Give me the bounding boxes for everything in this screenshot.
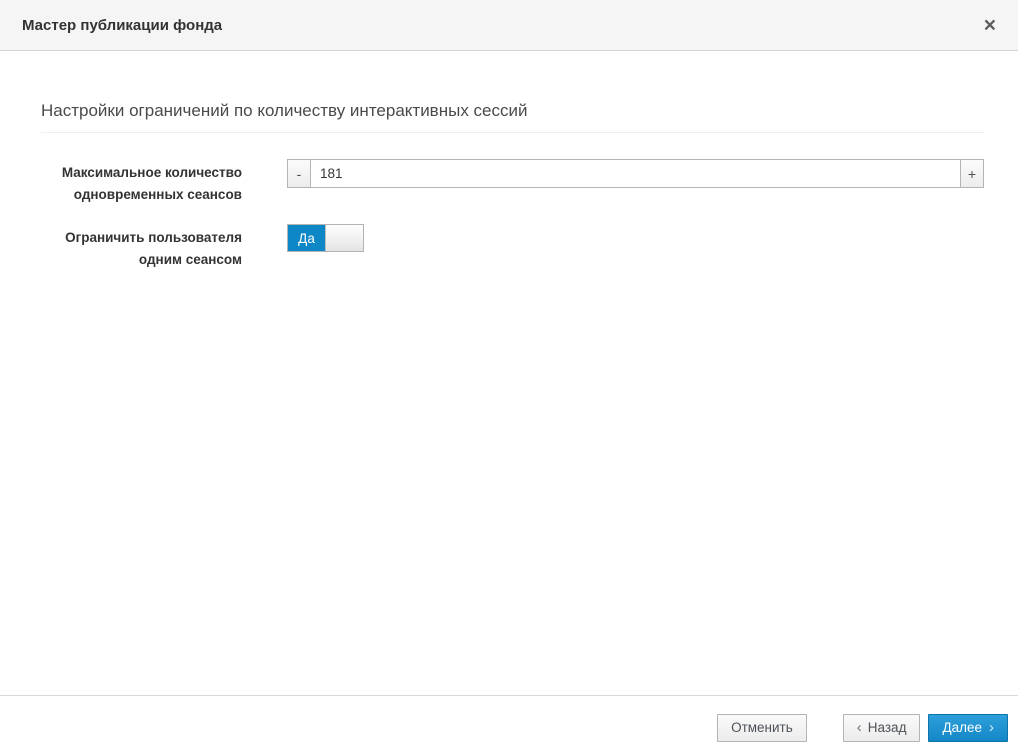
dialog-footer: Отменить ‹ Назад Далее › — [0, 695, 1018, 755]
next-button-label: Далее — [942, 720, 982, 735]
back-button[interactable]: ‹ Назад — [843, 714, 921, 742]
cancel-button[interactable]: Отменить — [717, 714, 807, 742]
chevron-right-icon: › — [989, 719, 994, 736]
limit-user-control: Да — [287, 224, 984, 271]
toggle-knob — [325, 225, 363, 251]
chevron-left-icon: ‹ — [857, 719, 862, 736]
limit-user-toggle[interactable]: Да — [287, 224, 364, 252]
dialog-title: Мастер публикации фонда — [22, 17, 982, 34]
max-sessions-input[interactable] — [311, 159, 960, 188]
limit-user-row: Ограничить пользователя одним сеансом Да — [41, 224, 984, 271]
back-button-label: Назад — [868, 720, 907, 735]
decrement-button[interactable]: - — [287, 159, 311, 188]
increment-button[interactable]: + — [960, 159, 984, 188]
next-button[interactable]: Далее › — [928, 714, 1008, 742]
dialog-titlebar: Мастер публикации фонда × — [0, 0, 1018, 51]
max-sessions-row: Максимальное количество одновременных се… — [41, 159, 984, 206]
dialog-body: Настройки ограничений по количеству инте… — [0, 101, 1018, 271]
close-icon[interactable]: × — [982, 15, 998, 36]
max-sessions-spinner: - + — [287, 159, 984, 188]
toggle-on-segment: Да — [288, 225, 325, 251]
max-sessions-control: - + — [287, 159, 984, 206]
limit-user-label: Ограничить пользователя одним сеансом — [41, 224, 242, 271]
section-heading: Настройки ограничений по количеству инте… — [41, 101, 984, 133]
max-sessions-label: Максимальное количество одновременных се… — [41, 159, 242, 206]
